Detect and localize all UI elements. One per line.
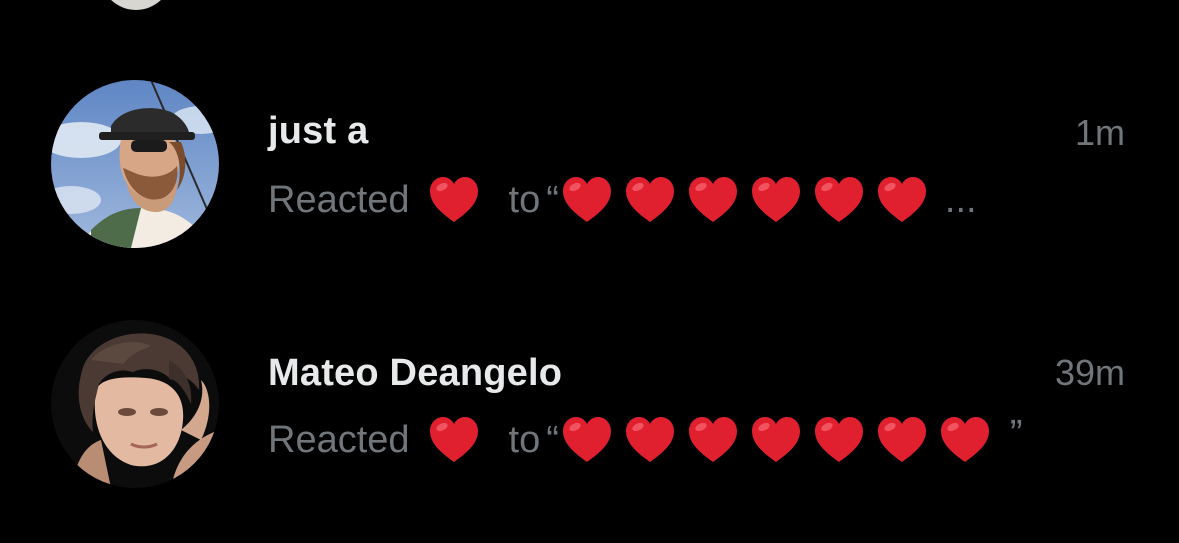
sender-name[interactable]: Mateo Deangelo — [268, 352, 562, 395]
heart-emoji-icon — [428, 415, 480, 465]
quoted-hearts — [561, 415, 1002, 465]
avatar[interactable] — [51, 320, 219, 488]
notification-row[interactable]: Mateo Deangelo 39m Reacted to “ ” — [0, 320, 1179, 500]
close-quote: ” — [1009, 412, 1023, 455]
truncation-ellipsis: ... — [944, 178, 977, 221]
connector-label: to — [508, 178, 541, 221]
reacted-label: Reacted — [268, 418, 410, 461]
open-quote: “ — [546, 418, 559, 461]
heart-emoji-icon — [561, 415, 613, 465]
heart-emoji-icon — [624, 175, 676, 225]
avatar-photo-sky — [51, 80, 219, 248]
heart-emoji-icon — [428, 175, 480, 225]
notification-row[interactable]: just a 1m Reacted to “ ... — [0, 80, 1179, 260]
avatar-photo-portrait — [51, 320, 219, 488]
previous-avatar-partial[interactable] — [100, 0, 172, 10]
sender-name[interactable]: just a — [268, 110, 368, 153]
heart-emoji-icon — [813, 415, 865, 465]
timestamp: 39m — [1054, 352, 1125, 393]
avatar[interactable] — [51, 80, 219, 248]
heart-emoji-icon — [687, 415, 739, 465]
heart-emoji-icon — [624, 415, 676, 465]
heart-emoji-icon — [939, 415, 991, 465]
quoted-hearts — [561, 175, 939, 225]
timestamp: 1m — [1074, 112, 1125, 153]
heart-emoji-icon — [876, 415, 928, 465]
message-preview: Reacted to “ ” — [268, 412, 1023, 468]
message-preview: Reacted to “ ... — [268, 172, 977, 228]
reacted-label: Reacted — [268, 178, 410, 221]
heart-emoji-icon — [813, 175, 865, 225]
heart-emoji-icon — [876, 175, 928, 225]
heart-emoji-icon — [687, 175, 739, 225]
open-quote: “ — [546, 178, 559, 221]
connector-label: to — [508, 418, 541, 461]
heart-emoji-icon — [750, 415, 802, 465]
heart-emoji-icon — [561, 175, 613, 225]
heart-emoji-icon — [750, 175, 802, 225]
